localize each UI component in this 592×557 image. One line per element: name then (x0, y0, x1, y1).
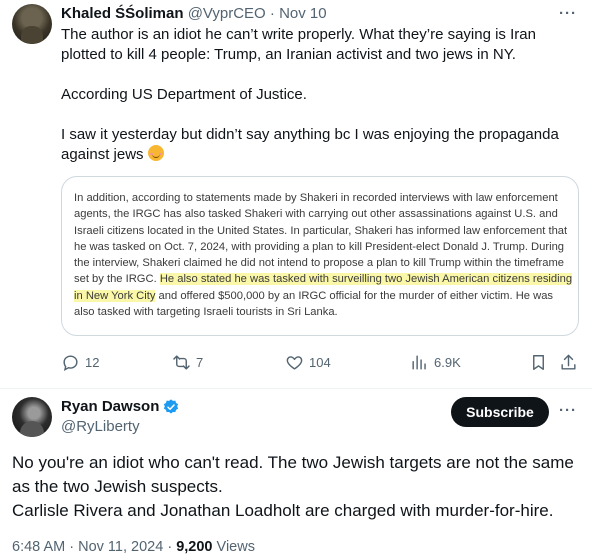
like-button[interactable]: 104 (285, 350, 331, 374)
views-count: 9,200 (176, 539, 213, 555)
tweet-text-paragraph: The author is an idiot he can’t write pr… (61, 26, 536, 63)
tweet-text-paragraph: Carlisle Rivera and Jonathan Loadholt ar… (12, 501, 554, 520)
author-name-row[interactable]: Ryan Dawson (61, 397, 180, 417)
separator-dot: · (269, 5, 275, 22)
views-count: 6.9K (434, 354, 461, 370)
author-name[interactable]: Ryan Dawson (61, 397, 159, 417)
tweet-text-paragraph: According US Department of Justice. (61, 86, 307, 103)
views-label: Views (216, 539, 255, 555)
share-button[interactable] (559, 350, 583, 374)
analytics-icon (412, 354, 426, 370)
tweet-actions: 12 7 104 6.9K (61, 350, 581, 374)
author-handle[interactable]: @RyLiberty (61, 417, 140, 437)
tweet-text-paragraph: No you're an idiot who can't read. The t… (12, 453, 574, 496)
author-handle[interactable]: @VyprCEO (188, 5, 266, 22)
smiling-face-emoji-icon (147, 145, 164, 161)
heart-icon (286, 355, 303, 370)
subscribe-button[interactable]: Subscribe (451, 397, 549, 427)
tweet-text: No you're an idiot who can't read. The t… (12, 451, 582, 523)
original-tweet[interactable]: Khaled ŚŚoliman @VyprCEO · Nov 10 ··· Th… (0, 0, 592, 388)
author-avatar[interactable] (12, 4, 52, 44)
repost-count: 7 (196, 354, 204, 370)
reply-button[interactable]: 12 (61, 350, 99, 374)
tweet-date[interactable]: Nov 10 (279, 5, 327, 22)
bookmark-icon (533, 354, 544, 370)
more-options-icon[interactable]: ··· (558, 6, 578, 22)
verified-badge-icon (164, 399, 179, 414)
excerpt-text: In addition, according to statements mad… (74, 192, 568, 286)
doj-excerpt-image: In addition, according to statements mad… (74, 190, 574, 320)
reply-tweet[interactable]: Ryan Dawson @RyLiberty Subscribe ··· No … (0, 389, 592, 557)
tweet-text-paragraph: I saw it yesterday but didn’t say anythi… (61, 125, 581, 165)
separator-dot: · (69, 539, 75, 555)
repost-button[interactable]: 7 (172, 350, 203, 374)
repost-icon (173, 354, 190, 370)
author-name[interactable]: Khaled ŚŚoliman (61, 5, 184, 22)
tweet-date[interactable]: Nov 11, 2024 (78, 539, 163, 555)
separator-dot: · (167, 539, 173, 555)
author-avatar[interactable] (12, 397, 52, 437)
like-count: 104 (309, 354, 331, 370)
tweet-metadata: 6:48 AM · Nov 11, 2024 · 9,200 Views (12, 537, 255, 557)
share-icon (561, 354, 576, 370)
views-button[interactable]: 6.9K (410, 350, 461, 374)
reply-icon (63, 354, 78, 371)
tweet-text: The author is an idiot he can’t write pr… (61, 25, 581, 165)
tweet-text-span: I saw it yesterday but didn’t say anythi… (61, 126, 559, 163)
bookmark-button[interactable] (529, 350, 553, 374)
reply-count: 12 (85, 354, 100, 370)
tweet-header: Khaled ŚŚoliman @VyprCEO · Nov 10 (61, 4, 552, 24)
more-options-icon[interactable]: ··· (558, 403, 578, 419)
attached-image-card[interactable]: In addition, according to statements mad… (61, 176, 579, 336)
tweet-time[interactable]: 6:48 AM (12, 539, 65, 555)
